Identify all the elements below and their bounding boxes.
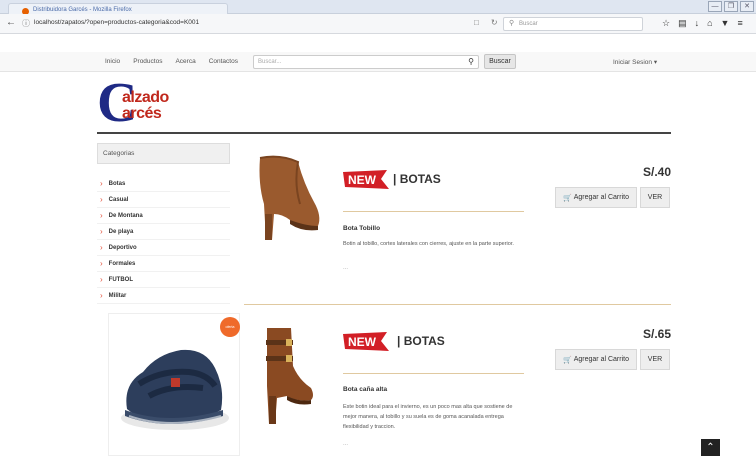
minimize-button[interactable]: —: [708, 1, 722, 12]
promo-image[interactable]: [108, 313, 240, 456]
category-label: Deportivo: [108, 244, 137, 251]
product-image[interactable]: [250, 154, 324, 242]
new-badge-label: NEW: [348, 335, 377, 349]
maximize-button[interactable]: ❐: [724, 1, 738, 12]
menu-icon[interactable]: ≡: [737, 18, 742, 29]
login-dropdown[interactable]: Iniciar Sesion ▾: [613, 58, 657, 66]
home-icon[interactable]: ⌂: [707, 18, 712, 29]
site-search-button[interactable]: Buscar: [484, 54, 516, 69]
add-to-cart-label: Agregar al Carrito: [573, 356, 629, 363]
category-item-botas[interactable]: › Botas: [97, 176, 230, 192]
logo-line-2: arcés: [122, 105, 162, 122]
chevron-right-icon: ›: [100, 275, 103, 284]
product-image[interactable]: [253, 326, 317, 426]
header-divider: [97, 132, 671, 134]
category-label: FUTBOL: [108, 276, 133, 283]
close-window-button[interactable]: ✕: [740, 1, 754, 12]
download-icon[interactable]: ↓: [695, 18, 700, 29]
category-label: Casual: [108, 196, 129, 203]
chevron-right-icon: ›: [100, 211, 103, 220]
product-name[interactable]: Bota Tobillo: [343, 225, 380, 232]
view-product-button[interactable]: VER: [640, 349, 670, 370]
category-item-de-montana[interactable]: › De Montana: [97, 208, 230, 224]
product-separator: [244, 304, 671, 305]
add-to-cart-button[interactable]: 🛒 Agregar al Carrito: [555, 187, 637, 208]
site-navbar: Inicio Productos Acerca Contactos Buscar…: [0, 52, 756, 72]
product-divider: [343, 211, 524, 212]
baby-shoe-image: [121, 349, 229, 430]
product-name[interactable]: Bota caña alta: [343, 386, 387, 393]
add-to-cart-label: Agregar al Carrito: [573, 194, 629, 201]
cart-icon: 🛒: [563, 356, 572, 364]
library-icon[interactable]: ▤: [678, 18, 687, 29]
product-more-dots: ...: [343, 441, 349, 447]
reload-icon[interactable]: ↻: [491, 18, 498, 27]
pocket-icon[interactable]: ▼: [721, 18, 730, 29]
product-price: S/.40: [643, 165, 672, 179]
categories-header: Categorias: [97, 143, 230, 164]
nav-link-inicio[interactable]: Inicio: [105, 58, 120, 65]
cart-icon: 🛒: [563, 194, 572, 202]
view-product-button[interactable]: VER: [640, 187, 670, 208]
product-description: Botin al tobillo, cortes laterales con c…: [343, 241, 514, 247]
tall-boot-image: [266, 328, 313, 424]
product-category: | BOTAS: [393, 172, 441, 186]
search-icon: ⚲: [468, 57, 474, 66]
new-badge-label: NEW: [348, 173, 377, 187]
scroll-to-top-button[interactable]: ⌃: [701, 439, 720, 456]
back-arrow-icon[interactable]: ←: [6, 17, 16, 28]
window-title: Distribuidora Garcés - Mozilla Firefox: [33, 7, 132, 13]
browser-search-field[interactable]: ⚲ Buscar: [503, 17, 643, 31]
new-badge: NEW: [343, 332, 389, 351]
browser-title-bar: Distribuidora Garcés - Mozilla Firefox —…: [0, 0, 756, 15]
product-description: Este botin ideal para el invierno, es un…: [343, 404, 513, 430]
nav-link-productos[interactable]: Productos: [133, 58, 162, 65]
category-item-de-playa[interactable]: › De playa: [97, 224, 230, 240]
category-item-casual[interactable]: › Casual: [97, 192, 230, 208]
category-label: De Montana: [108, 212, 143, 219]
category-list: › Botas › Casual › De Montana › De playa › De…: [97, 176, 230, 304]
category-item-futbol[interactable]: › FUTBOL: [97, 272, 230, 288]
site-search-placeholder: Buscar...: [258, 59, 282, 65]
chevron-right-icon: ›: [100, 291, 103, 300]
product-more-dots: ...: [343, 265, 349, 271]
chevron-right-icon: ›: [100, 259, 103, 268]
product-divider: [343, 373, 524, 374]
category-item-formales[interactable]: › Formales: [97, 256, 230, 272]
add-to-cart-button[interactable]: 🛒 Agregar al Carrito: [555, 349, 637, 370]
product-price: S/.65: [643, 327, 672, 341]
browser-tab[interactable]: Distribuidora Garcés - Mozilla Firefox: [8, 3, 228, 15]
search-icon: ⚲: [509, 20, 515, 27]
chevron-up-icon: ⌃: [706, 442, 715, 453]
category-label: Militar: [108, 292, 127, 299]
browser-nav-bar: ← ⓘ localhost/zapatos/?open=productos-ca…: [0, 14, 756, 34]
url-bar[interactable]: localhost/zapatos/?open=productos-catego…: [34, 19, 199, 26]
chevron-right-icon: ›: [100, 227, 103, 236]
chevron-right-icon: ›: [100, 243, 103, 252]
category-label: Botas: [108, 180, 126, 187]
info-icon[interactable]: ⓘ: [22, 18, 30, 29]
category-item-deportivo[interactable]: › Deportivo: [97, 240, 230, 256]
bookmark-star-icon[interactable]: ☆: [662, 18, 670, 29]
category-label: Formales: [108, 260, 136, 267]
product-category: | BOTAS: [397, 334, 445, 348]
chevron-right-icon: ›: [100, 179, 103, 188]
site-logo[interactable]: C alzado arcés: [97, 75, 187, 131]
category-item-militar[interactable]: › Militar: [97, 288, 230, 304]
reader-view-icon[interactable]: □: [474, 18, 479, 27]
category-label: De playa: [108, 228, 134, 235]
nav-link-contactos[interactable]: Contactos: [209, 58, 238, 65]
new-badge: NEW: [343, 170, 389, 189]
chevron-right-icon: ›: [100, 195, 103, 204]
promo-badge: oferta: [220, 317, 240, 337]
site-search-input[interactable]: Buscar... ⚲: [253, 55, 479, 69]
browser-search-placeholder: Buscar: [519, 21, 538, 27]
nav-link-acerca[interactable]: Acerca: [175, 58, 195, 65]
ankle-boot-image: [259, 155, 320, 240]
